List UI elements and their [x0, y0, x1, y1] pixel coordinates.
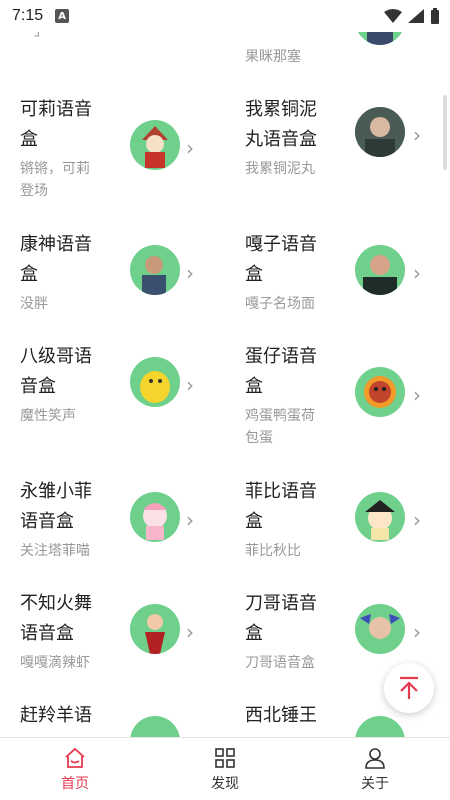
item-avatar [355, 245, 405, 295]
voice-box-list[interactable]: 「」 一盖 果眯那塞 › 可莉语音 盒 锵锵，可莉 登场 › 我累铜泥 丸语音盒… [0, 0, 450, 737]
item-title: 刀哥语音 盒 [245, 593, 317, 644]
item-title: 蛋仔语音 盒 [245, 346, 317, 397]
item-avatar [130, 716, 180, 737]
item-avatar [130, 120, 180, 170]
avatar-illustration-icon [143, 503, 167, 540]
nav-about-label: 关于 [361, 775, 389, 792]
item-title: 菲比语音 盒 [245, 481, 317, 532]
chevron-right-icon: › [186, 373, 194, 397]
item-subtitle: 魔性笑声 [20, 408, 76, 424]
avatar-illustration-icon [142, 126, 168, 168]
item-avatar [355, 492, 405, 542]
bottom-navigation: 首页 发现 关于 [0, 737, 450, 800]
home-icon [65, 747, 85, 768]
nav-home[interactable]: 首页 [0, 738, 150, 800]
item-subtitle: 嘎子名场面 [245, 296, 315, 312]
status-bar: 7:15 A [0, 0, 450, 32]
chevron-right-icon: › [186, 261, 194, 285]
item-subtitle: 关注塔菲喵 [20, 543, 90, 559]
nav-discover-label: 发现 [211, 775, 239, 792]
avatar-photo-icon [355, 107, 405, 157]
item-subtitle: 刀哥语音盒 [245, 655, 315, 671]
item-subtitle: 锵锵，可莉 登场 [20, 161, 90, 199]
item-avatar [355, 107, 405, 157]
item-avatar [130, 245, 180, 295]
item-subtitle: 果眯那塞 [245, 49, 301, 65]
chevron-right-icon: › [186, 508, 194, 532]
item-avatar [130, 604, 180, 654]
chevron-right-icon: › [413, 123, 421, 147]
item-subtitle: 没胖 [20, 296, 48, 312]
wifi-icon [384, 9, 402, 23]
item-avatar [130, 357, 180, 407]
notification-badge-icon: A [55, 9, 70, 23]
avatar-photo-icon [363, 255, 397, 295]
avatar-illustration-icon [145, 614, 165, 654]
item-avatar [355, 367, 405, 417]
item-title: 不知火舞 语音盒 [20, 593, 92, 644]
about-user-icon [365, 747, 385, 769]
avatar-cartoon-icon [364, 376, 396, 408]
item-avatar [130, 492, 180, 542]
battery-icon [431, 8, 439, 24]
chevron-right-icon: › [186, 620, 194, 644]
avatar-cartoon-icon [140, 371, 170, 403]
item-subtitle: 鸡蛋鸭蛋荷 包蛋 [245, 408, 315, 446]
chevron-right-icon: › [413, 508, 421, 532]
scrollbar[interactable] [443, 95, 447, 170]
item-title: 赶羚羊语 [20, 705, 92, 726]
item-avatar [355, 716, 405, 737]
avatar-illustration-icon [365, 500, 395, 540]
item-title: 嘎子语音 盒 [245, 234, 317, 285]
status-time: 7:15 [12, 7, 44, 24]
avatar-photo-icon [360, 614, 400, 639]
arrow-up-icon [400, 676, 418, 699]
chevron-right-icon: › [413, 620, 421, 644]
nav-discover[interactable]: 发现 [150, 738, 300, 800]
item-avatar [355, 604, 405, 654]
avatar-photo-icon [142, 256, 166, 295]
item-subtitle: 我累铜泥丸 [245, 161, 315, 177]
item-title: 八级哥语 音盒 [20, 346, 92, 397]
item-title: 永雏小菲 语音盒 [20, 481, 92, 532]
item-title: 康神语音 盒 [20, 234, 92, 285]
item-subtitle: 菲比秋比 [245, 543, 301, 559]
nav-about[interactable]: 关于 [300, 738, 450, 800]
item-title: 我累铜泥 丸语音盒 [245, 99, 317, 150]
item-title: 西北锤王 [245, 705, 317, 726]
app-screen: { "status_bar": { "time": "7:15", "notif… [0, 0, 450, 800]
chevron-right-icon: › [413, 383, 421, 407]
status-icons [384, 8, 440, 24]
signal-icon [408, 9, 424, 23]
discover-grid-icon [215, 747, 235, 768]
item-title: 可莉语音 盒 [20, 99, 92, 150]
item-subtitle: 嘎嘎滴辣虾 [20, 655, 90, 671]
nav-home-label: 首页 [61, 775, 89, 792]
chevron-right-icon: › [186, 136, 194, 160]
back-to-top-button[interactable] [384, 663, 434, 713]
chevron-right-icon: › [413, 261, 421, 285]
